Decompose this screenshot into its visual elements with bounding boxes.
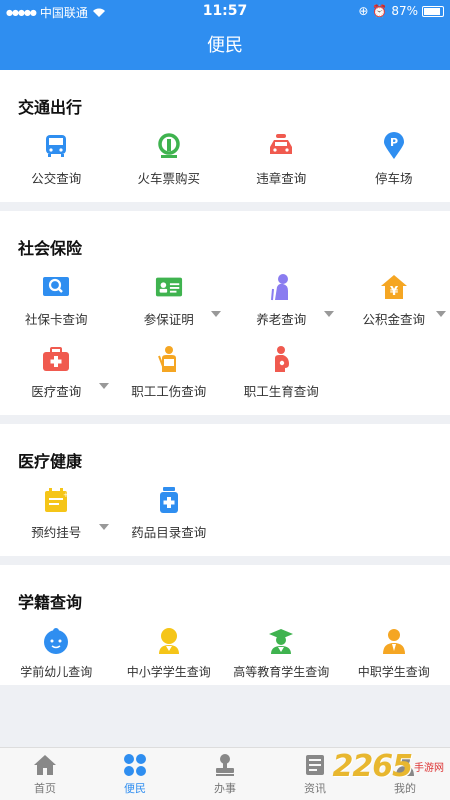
card-search-icon xyxy=(42,273,70,301)
service-violation-query[interactable]: 违章查询 xyxy=(225,126,338,198)
id-card-icon xyxy=(155,273,183,301)
medical-kit-icon xyxy=(42,345,70,373)
main-content[interactable]: 交通出行 公交查询 火车票购买 违章查询 P 停车场 社会保险 社保卡查询 参保… xyxy=(0,70,450,747)
svg-text:+: + xyxy=(63,491,69,499)
service-label: 违章查询 xyxy=(256,171,307,186)
service-label: 社保卡查询 xyxy=(24,312,88,327)
rotation-lock-icon: ⊕ xyxy=(358,4,369,18)
service-parking[interactable]: P 停车场 xyxy=(338,126,450,198)
watermark-text: 2265 xyxy=(332,748,413,784)
page-title: 便民 xyxy=(207,35,243,56)
status-right: ⊕ ⏰ 87% xyxy=(358,4,444,18)
tab-convenience[interactable]: 便民 xyxy=(90,748,180,800)
section-title: 学籍查询 xyxy=(18,593,83,612)
service-preschool-query[interactable]: 学前幼儿查询 xyxy=(0,621,113,681)
service-label: 职工生育查询 xyxy=(243,384,319,399)
service-label: 医疗查询 xyxy=(31,384,82,399)
service-label: 公交查询 xyxy=(31,171,82,186)
service-vocational-student-query[interactable]: 中职学生查询 xyxy=(338,621,450,681)
service-label: 中小学学生查询 xyxy=(126,665,211,679)
service-higher-edu-query[interactable]: 高等教育学生查询 xyxy=(225,621,338,681)
section-title: 社会保险 xyxy=(18,239,83,258)
dropdown-caret-icon[interactable] xyxy=(436,311,446,317)
service-label: 停车场 xyxy=(374,171,413,186)
section-traffic: 交通出行 公交查询 火车票购买 违章查询 P 停车场 xyxy=(0,70,450,202)
service-k12-student-query[interactable]: 中小学学生查询 xyxy=(113,621,226,681)
tab-label: 办事 xyxy=(214,782,236,795)
service-bus-query[interactable]: 公交查询 xyxy=(0,126,113,198)
grid-icon xyxy=(123,753,147,777)
service-label: 中职学生查询 xyxy=(357,665,430,679)
home-icon xyxy=(33,753,57,777)
tab-home[interactable]: 首页 xyxy=(0,748,90,800)
nav-bar: 便民 xyxy=(0,24,450,70)
calendar-icon: + xyxy=(42,486,70,514)
injury-icon xyxy=(155,345,183,373)
dropdown-caret-icon[interactable] xyxy=(98,383,109,389)
service-work-injury-query[interactable]: 职工工伤查询 xyxy=(113,339,226,411)
service-label: 参保证明 xyxy=(143,312,194,327)
section-title: 交通出行 xyxy=(18,98,83,117)
service-drug-catalog[interactable]: 药品目录查询 xyxy=(113,480,226,552)
alarm-icon: ⏰ xyxy=(372,4,388,18)
stamp-icon xyxy=(213,753,237,777)
service-label: 药品目录查询 xyxy=(131,525,207,540)
section-title: 医疗健康 xyxy=(18,452,83,471)
tab-label: 首页 xyxy=(34,782,56,795)
service-social-card-query[interactable]: 社保卡查询 xyxy=(0,267,113,339)
medicine-bottle-icon xyxy=(155,486,183,514)
service-insurance-certificate[interactable]: 参保证明 xyxy=(113,267,226,339)
parking-pin-icon: P xyxy=(380,132,408,160)
baby-icon xyxy=(42,627,70,655)
battery-icon xyxy=(422,5,444,17)
dropdown-caret-icon[interactable] xyxy=(211,311,221,317)
maternity-icon xyxy=(267,345,295,373)
service-train-ticket[interactable]: 火车票购买 xyxy=(113,126,226,198)
police-car-icon xyxy=(267,132,295,160)
service-label: 高等教育学生查询 xyxy=(233,665,330,679)
service-housing-fund-query[interactable]: ¥ 公积金查询 xyxy=(338,267,450,339)
svg-text:P: P xyxy=(390,136,398,149)
svg-text:¥: ¥ xyxy=(390,284,399,298)
service-label: 公积金查询 xyxy=(362,312,425,327)
service-label: 养老查询 xyxy=(256,312,307,327)
elderly-icon xyxy=(267,273,295,301)
train-icon xyxy=(155,132,183,160)
service-label: 学前幼儿查询 xyxy=(20,665,93,679)
service-label: 职工工伤查询 xyxy=(131,384,207,399)
tab-label: 便民 xyxy=(124,782,146,795)
section-insurance: 社会保险 社保卡查询 参保证明 养老查询 ¥ 公积金查询 医疗查询 职工工伤查询… xyxy=(0,211,450,415)
graduate-icon xyxy=(267,627,295,655)
watermark-logo: 2265 手游网 xyxy=(300,744,450,788)
vocational-icon xyxy=(380,627,408,655)
section-health: 医疗健康 + 预约挂号 药品目录查询 xyxy=(0,424,450,556)
service-maternity-query[interactable]: 职工生育查询 xyxy=(225,339,338,411)
watermark-subtext: 手游网 xyxy=(414,762,444,774)
service-medical-query[interactable]: 医疗查询 xyxy=(0,339,113,411)
student-icon xyxy=(155,627,183,655)
house-yuan-icon: ¥ xyxy=(380,273,408,301)
service-label: 预约挂号 xyxy=(31,525,82,540)
service-appointment[interactable]: + 预约挂号 xyxy=(0,480,113,552)
battery-percent: 87% xyxy=(391,4,418,18)
service-pension-query[interactable]: 养老查询 xyxy=(225,267,338,339)
section-education: 学籍查询 学前幼儿查询 中小学学生查询 高等教育学生查询 中职学生查询 xyxy=(0,565,450,685)
tab-affairs[interactable]: 办事 xyxy=(180,748,270,800)
dropdown-caret-icon[interactable] xyxy=(323,311,334,317)
status-bar: ●●●●● 中国联通 11:57 ⊕ ⏰ 87% xyxy=(0,0,450,24)
bus-icon xyxy=(42,132,70,160)
service-label: 火车票购买 xyxy=(137,171,200,186)
dropdown-caret-icon[interactable] xyxy=(98,524,109,530)
